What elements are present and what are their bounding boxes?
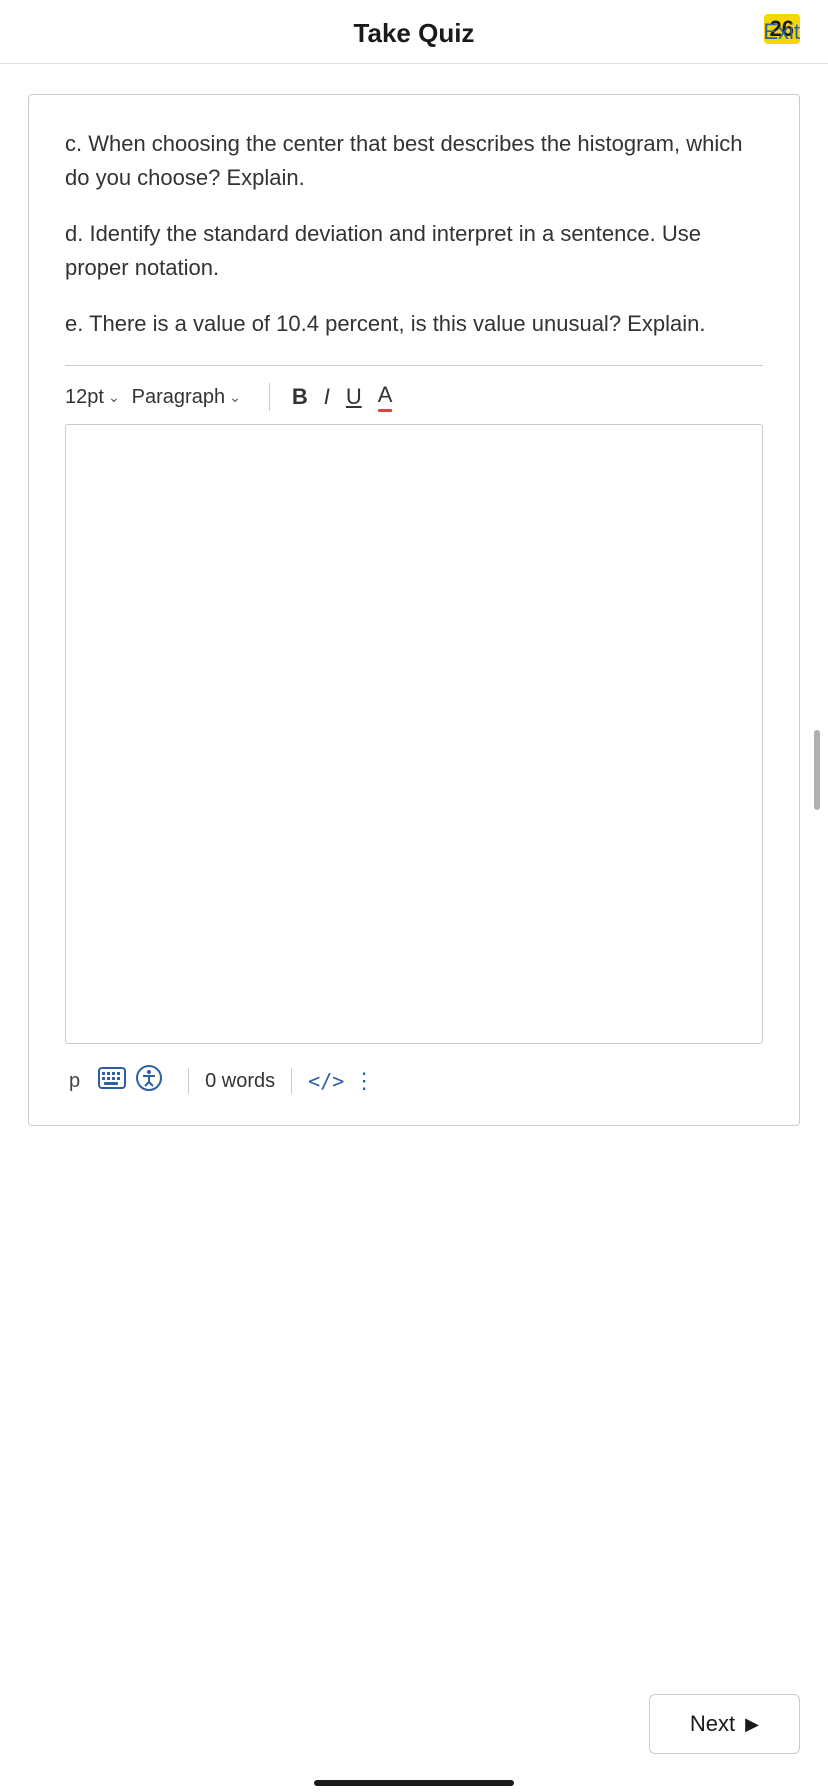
- top-bar: 26 Take Quiz Exit: [0, 0, 828, 64]
- question-part-e: e. There is a value of 10.4 percent, is …: [65, 307, 763, 341]
- exit-button[interactable]: Exit: [763, 19, 800, 45]
- next-button-row: Next ▶: [0, 1694, 828, 1770]
- status-separator-2: [291, 1068, 292, 1094]
- paragraph-label: Paragraph: [132, 386, 225, 409]
- question-part-d: d. Identify the standard deviation and i…: [65, 217, 763, 285]
- text-color-underline: [378, 409, 393, 412]
- home-indicator: [314, 1780, 514, 1786]
- paragraph-style-selector[interactable]: Paragraph ⌄: [132, 386, 255, 409]
- text-color-label: A: [378, 382, 393, 407]
- font-size-selector[interactable]: 12pt ⌄: [65, 386, 132, 409]
- text-color-button[interactable]: A: [370, 380, 401, 414]
- accessibility-icon[interactable]: [136, 1065, 162, 1097]
- question-card: c. When choosing the center that best de…: [28, 94, 800, 1126]
- next-button[interactable]: Next ▶: [649, 1694, 800, 1754]
- scrollbar-indicator: [814, 730, 820, 810]
- answer-text-area[interactable]: [65, 424, 763, 1044]
- question-text: c. When choosing the center that best de…: [65, 127, 763, 341]
- next-arrow-icon: ▶: [745, 1714, 759, 1735]
- question-part-c: c. When choosing the center that best de…: [65, 127, 763, 195]
- next-label: Next: [690, 1711, 735, 1737]
- code-view-button[interactable]: </>: [308, 1069, 344, 1093]
- status-bar: p: [65, 1049, 763, 1105]
- paragraph-chevron-icon: ⌄: [229, 389, 241, 406]
- status-paragraph-indicator: p: [69, 1070, 80, 1093]
- more-options-icon[interactable]: ⋮: [353, 1068, 376, 1094]
- italic-button[interactable]: I: [316, 382, 338, 412]
- toolbar-separator-1: [269, 383, 270, 411]
- keyboard-icon[interactable]: [98, 1067, 126, 1095]
- word-count: 0 words: [205, 1070, 275, 1093]
- font-size-chevron-icon: ⌄: [108, 389, 120, 406]
- page-title: Take Quiz: [354, 18, 475, 49]
- status-separator-1: [188, 1068, 189, 1094]
- font-size-label: 12pt: [65, 386, 104, 409]
- underline-button[interactable]: U: [338, 382, 370, 412]
- bottom-nav: Next ▶: [0, 1694, 828, 1792]
- bold-button[interactable]: B: [284, 382, 316, 412]
- main-content: c. When choosing the center that best de…: [0, 64, 828, 1146]
- editor-toolbar: 12pt ⌄ Paragraph ⌄ B I U A: [65, 366, 763, 424]
